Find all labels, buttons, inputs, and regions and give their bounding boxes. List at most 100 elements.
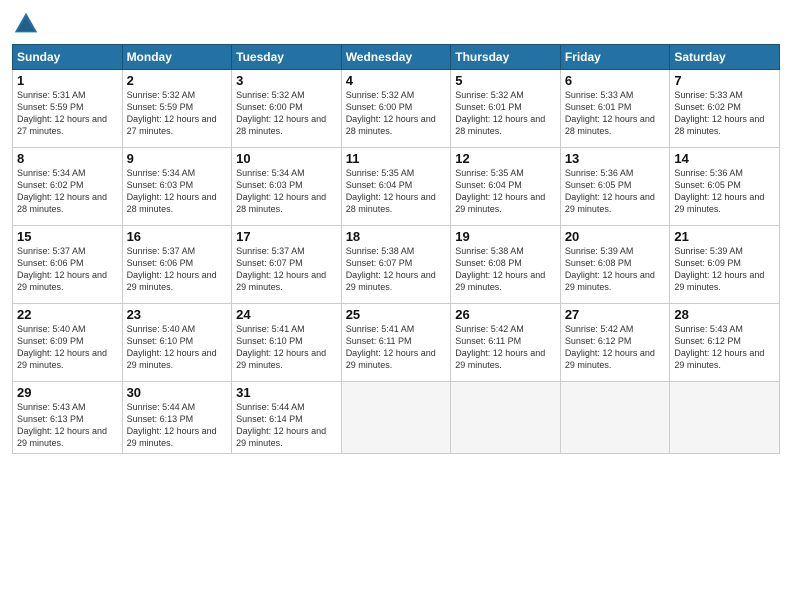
day-info: Sunrise: 5:37 AMSunset: 6:06 PMDaylight:… [17,245,118,294]
day-info: Sunrise: 5:43 AMSunset: 6:12 PMDaylight:… [674,323,775,372]
day-number: 2 [127,73,228,88]
day-info: Sunrise: 5:35 AMSunset: 6:04 PMDaylight:… [346,167,447,216]
day-number: 12 [455,151,556,166]
day-number: 31 [236,385,337,400]
calendar-day-cell: 19Sunrise: 5:38 AMSunset: 6:08 PMDayligh… [451,226,561,304]
day-info: Sunrise: 5:32 AMSunset: 6:00 PMDaylight:… [346,89,447,138]
day-info: Sunrise: 5:38 AMSunset: 6:08 PMDaylight:… [455,245,556,294]
weekday-cell: Monday [122,45,232,70]
day-number: 29 [17,385,118,400]
day-info: Sunrise: 5:38 AMSunset: 6:07 PMDaylight:… [346,245,447,294]
calendar-body: 1Sunrise: 5:31 AMSunset: 5:59 PMDaylight… [13,70,780,454]
day-info: Sunrise: 5:39 AMSunset: 6:08 PMDaylight:… [565,245,666,294]
day-number: 20 [565,229,666,244]
calendar-day-cell [341,382,451,454]
day-info: Sunrise: 5:31 AMSunset: 5:59 PMDaylight:… [17,89,118,138]
day-info: Sunrise: 5:36 AMSunset: 6:05 PMDaylight:… [565,167,666,216]
calendar-day-cell: 9Sunrise: 5:34 AMSunset: 6:03 PMDaylight… [122,148,232,226]
weekday-cell: Thursday [451,45,561,70]
calendar-day-cell: 31Sunrise: 5:44 AMSunset: 6:14 PMDayligh… [232,382,342,454]
day-number: 28 [674,307,775,322]
calendar-day-cell: 1Sunrise: 5:31 AMSunset: 5:59 PMDaylight… [13,70,123,148]
calendar-day-cell: 13Sunrise: 5:36 AMSunset: 6:05 PMDayligh… [560,148,670,226]
calendar-day-cell: 12Sunrise: 5:35 AMSunset: 6:04 PMDayligh… [451,148,561,226]
calendar-day-cell: 17Sunrise: 5:37 AMSunset: 6:07 PMDayligh… [232,226,342,304]
day-number: 1 [17,73,118,88]
calendar-day-cell: 30Sunrise: 5:44 AMSunset: 6:13 PMDayligh… [122,382,232,454]
day-info: Sunrise: 5:39 AMSunset: 6:09 PMDaylight:… [674,245,775,294]
calendar-day-cell: 8Sunrise: 5:34 AMSunset: 6:02 PMDaylight… [13,148,123,226]
calendar-week-row: 15Sunrise: 5:37 AMSunset: 6:06 PMDayligh… [13,226,780,304]
day-number: 3 [236,73,337,88]
day-number: 21 [674,229,775,244]
day-info: Sunrise: 5:37 AMSunset: 6:06 PMDaylight:… [127,245,228,294]
day-number: 11 [346,151,447,166]
day-info: Sunrise: 5:34 AMSunset: 6:02 PMDaylight:… [17,167,118,216]
calendar-day-cell: 24Sunrise: 5:41 AMSunset: 6:10 PMDayligh… [232,304,342,382]
calendar-day-cell: 14Sunrise: 5:36 AMSunset: 6:05 PMDayligh… [670,148,780,226]
day-number: 5 [455,73,556,88]
day-number: 23 [127,307,228,322]
calendar-day-cell: 29Sunrise: 5:43 AMSunset: 6:13 PMDayligh… [13,382,123,454]
calendar-day-cell: 16Sunrise: 5:37 AMSunset: 6:06 PMDayligh… [122,226,232,304]
day-number: 22 [17,307,118,322]
day-number: 10 [236,151,337,166]
calendar-day-cell [451,382,561,454]
day-number: 7 [674,73,775,88]
day-info: Sunrise: 5:43 AMSunset: 6:13 PMDaylight:… [17,401,118,450]
calendar-week-row: 8Sunrise: 5:34 AMSunset: 6:02 PMDaylight… [13,148,780,226]
weekday-cell: Sunday [13,45,123,70]
calendar-day-cell: 4Sunrise: 5:32 AMSunset: 6:00 PMDaylight… [341,70,451,148]
calendar-day-cell: 18Sunrise: 5:38 AMSunset: 6:07 PMDayligh… [341,226,451,304]
day-info: Sunrise: 5:33 AMSunset: 6:02 PMDaylight:… [674,89,775,138]
day-info: Sunrise: 5:44 AMSunset: 6:13 PMDaylight:… [127,401,228,450]
day-number: 13 [565,151,666,166]
logo [12,10,44,38]
calendar-day-cell: 10Sunrise: 5:34 AMSunset: 6:03 PMDayligh… [232,148,342,226]
day-number: 30 [127,385,228,400]
day-info: Sunrise: 5:32 AMSunset: 6:01 PMDaylight:… [455,89,556,138]
calendar-day-cell: 2Sunrise: 5:32 AMSunset: 5:59 PMDaylight… [122,70,232,148]
day-number: 14 [674,151,775,166]
calendar-day-cell: 22Sunrise: 5:40 AMSunset: 6:09 PMDayligh… [13,304,123,382]
page-container: SundayMondayTuesdayWednesdayThursdayFrid… [0,0,792,612]
day-number: 24 [236,307,337,322]
day-number: 8 [17,151,118,166]
weekday-cell: Tuesday [232,45,342,70]
day-info: Sunrise: 5:41 AMSunset: 6:11 PMDaylight:… [346,323,447,372]
calendar-day-cell: 20Sunrise: 5:39 AMSunset: 6:08 PMDayligh… [560,226,670,304]
calendar-week-row: 29Sunrise: 5:43 AMSunset: 6:13 PMDayligh… [13,382,780,454]
day-info: Sunrise: 5:41 AMSunset: 6:10 PMDaylight:… [236,323,337,372]
day-number: 17 [236,229,337,244]
day-info: Sunrise: 5:35 AMSunset: 6:04 PMDaylight:… [455,167,556,216]
calendar-week-row: 1Sunrise: 5:31 AMSunset: 5:59 PMDaylight… [13,70,780,148]
day-info: Sunrise: 5:42 AMSunset: 6:12 PMDaylight:… [565,323,666,372]
calendar-day-cell: 25Sunrise: 5:41 AMSunset: 6:11 PMDayligh… [341,304,451,382]
weekday-cell: Saturday [670,45,780,70]
calendar-day-cell: 28Sunrise: 5:43 AMSunset: 6:12 PMDayligh… [670,304,780,382]
day-number: 27 [565,307,666,322]
day-info: Sunrise: 5:40 AMSunset: 6:10 PMDaylight:… [127,323,228,372]
calendar-day-cell: 21Sunrise: 5:39 AMSunset: 6:09 PMDayligh… [670,226,780,304]
day-info: Sunrise: 5:36 AMSunset: 6:05 PMDaylight:… [674,167,775,216]
day-number: 25 [346,307,447,322]
calendar-day-cell: 11Sunrise: 5:35 AMSunset: 6:04 PMDayligh… [341,148,451,226]
day-info: Sunrise: 5:37 AMSunset: 6:07 PMDaylight:… [236,245,337,294]
calendar-week-row: 22Sunrise: 5:40 AMSunset: 6:09 PMDayligh… [13,304,780,382]
calendar-day-cell: 23Sunrise: 5:40 AMSunset: 6:10 PMDayligh… [122,304,232,382]
day-number: 9 [127,151,228,166]
day-info: Sunrise: 5:40 AMSunset: 6:09 PMDaylight:… [17,323,118,372]
day-number: 4 [346,73,447,88]
weekday-cell: Friday [560,45,670,70]
day-number: 19 [455,229,556,244]
day-info: Sunrise: 5:34 AMSunset: 6:03 PMDaylight:… [127,167,228,216]
weekday-header-row: SundayMondayTuesdayWednesdayThursdayFrid… [13,45,780,70]
header [12,10,780,38]
day-info: Sunrise: 5:33 AMSunset: 6:01 PMDaylight:… [565,89,666,138]
day-number: 15 [17,229,118,244]
day-number: 18 [346,229,447,244]
calendar-day-cell: 26Sunrise: 5:42 AMSunset: 6:11 PMDayligh… [451,304,561,382]
day-info: Sunrise: 5:32 AMSunset: 6:00 PMDaylight:… [236,89,337,138]
calendar-day-cell: 15Sunrise: 5:37 AMSunset: 6:06 PMDayligh… [13,226,123,304]
day-number: 16 [127,229,228,244]
